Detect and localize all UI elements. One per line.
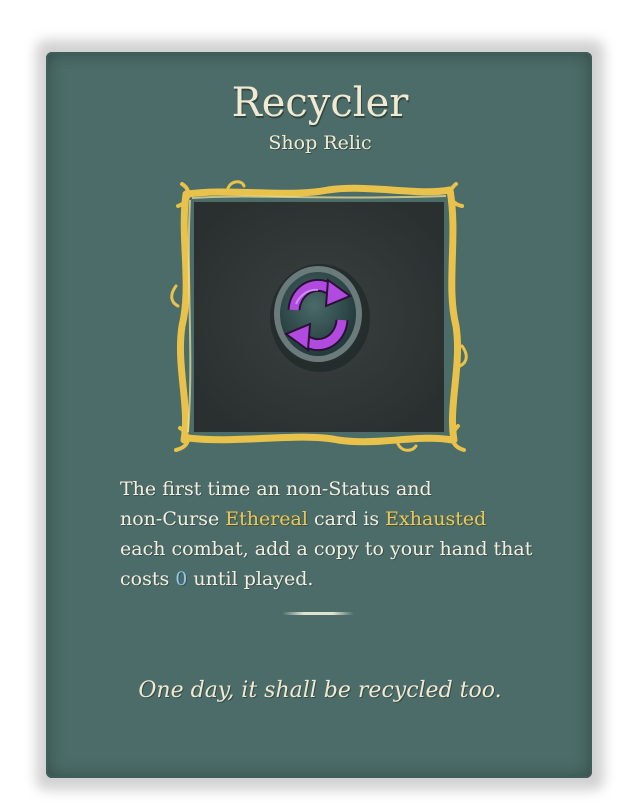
recycle-arrows-icon [270,264,370,372]
description-text: card is [307,508,386,530]
keyword-ethereal: Ethereal [225,508,308,530]
keyword-exhausted: Exhausted [385,508,487,530]
flavor-text: One day, it shall be recycled too. [138,678,502,703]
cost-number: 0 [175,568,188,590]
relic-description: The first time an non-Status and non-Cur… [120,474,560,594]
description-text: costs [120,568,176,590]
relic-image-frame [168,176,468,456]
description-text: until played. [187,568,314,590]
description-text: non-Curse [120,508,226,530]
divider [282,612,354,615]
description-line-2: non-Curse Ethereal card is Exhausted [120,504,560,534]
description-line-4: costs 0 until played. [120,564,560,594]
relic-rarity: Shop Relic [268,132,372,154]
relic-popup-stage: Recycler Shop Relic The first time an no… [0,0,640,810]
relic-title: Recycler [231,80,409,126]
description-line-1: The first time an non-Status and [120,478,432,500]
gold-frame [170,180,468,452]
description-line-3: each combat, add a copy to your hand tha… [120,538,533,560]
